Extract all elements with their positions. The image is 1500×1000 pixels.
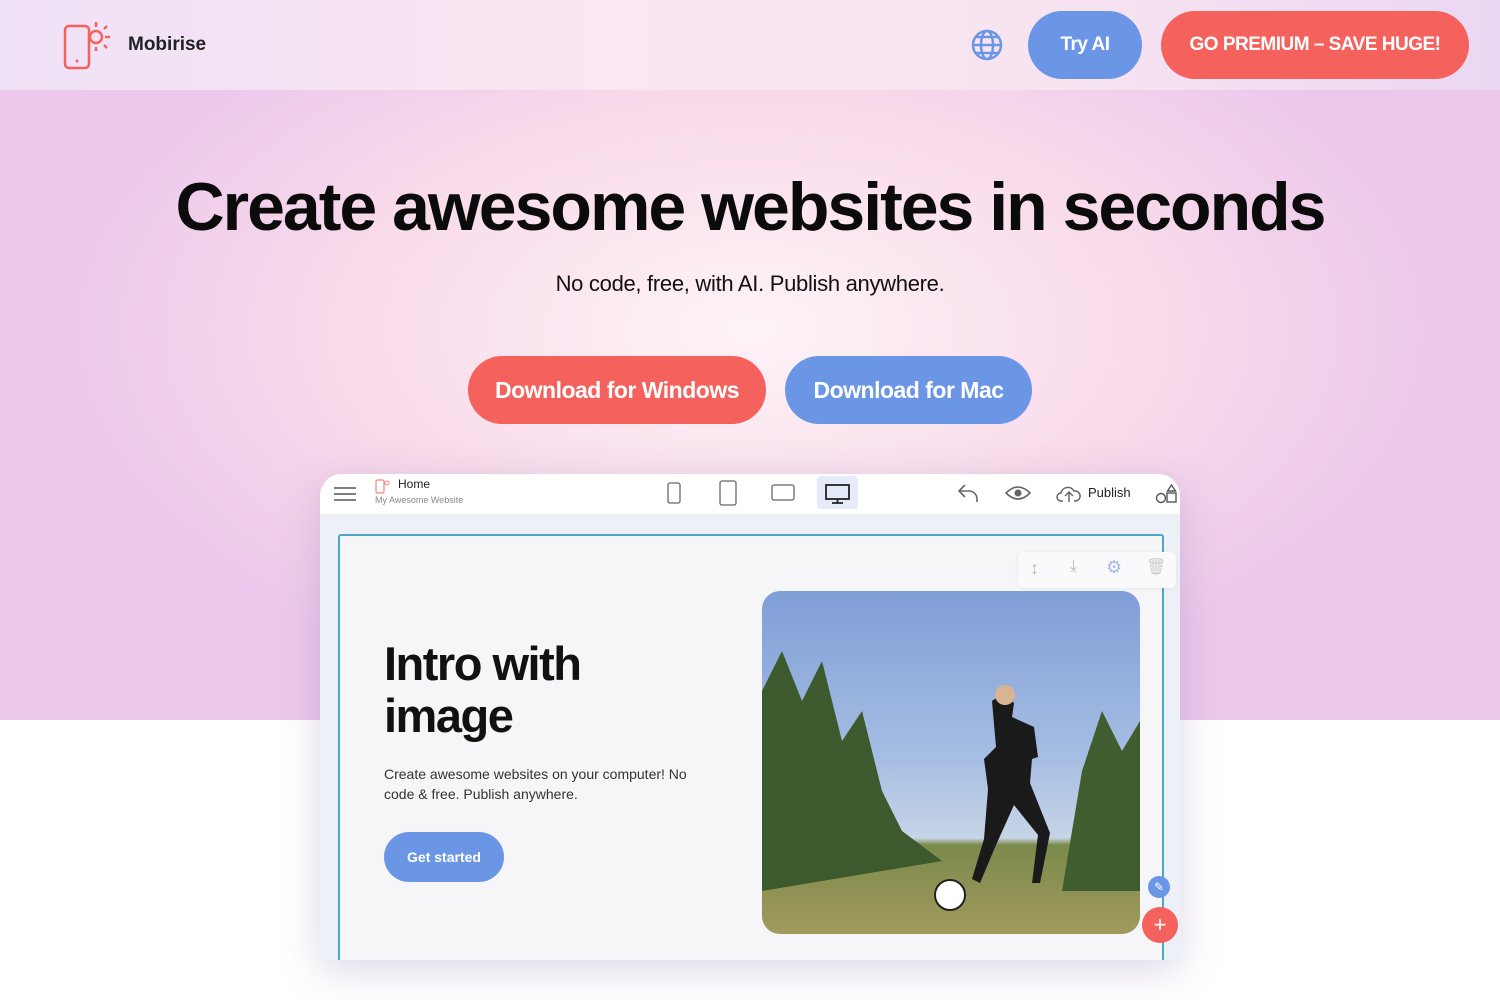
blocks-icon[interactable] xyxy=(1155,484,1180,504)
hamburger-menu-icon[interactable] xyxy=(334,486,356,502)
hero-title: Create awesome websites in seconds xyxy=(175,169,1327,245)
block-title-line1: Intro with xyxy=(384,637,582,690)
desktop-view-button[interactable] xyxy=(817,476,858,509)
block-title[interactable]: Intro with image xyxy=(384,637,582,742)
download-windows-button[interactable]: Download for Windows xyxy=(468,356,766,424)
go-premium-button[interactable]: GO PREMIUM – SAVE HUGE! xyxy=(1161,11,1469,79)
phone-view-icon[interactable] xyxy=(667,482,681,504)
download-mac-button[interactable]: Download for Mac xyxy=(785,356,1032,424)
soccer-photo-illustration xyxy=(762,651,1140,911)
preview-eye-icon[interactable] xyxy=(1005,485,1031,501)
soccer-player-image[interactable] xyxy=(762,591,1140,934)
publish-button[interactable]: Publish xyxy=(1088,485,1131,500)
brand-logo[interactable]: Mobirise xyxy=(62,20,206,70)
trash-icon[interactable]: 🗑 xyxy=(1146,557,1166,577)
undo-icon[interactable] xyxy=(957,483,979,503)
cloud-upload-icon[interactable] xyxy=(1056,483,1082,503)
hero-subtitle: No code, free, with AI. Publish anywhere… xyxy=(555,271,945,296)
block-title-line2: image xyxy=(384,689,514,742)
page-name[interactable]: Home xyxy=(398,477,430,491)
editor-toolbar: Home My Awesome Website Publish xyxy=(320,474,1180,514)
brand-name: Mobirise xyxy=(128,34,207,55)
get-started-button[interactable]: Get started xyxy=(384,832,504,882)
mini-logo-icon xyxy=(375,479,390,494)
try-ai-button[interactable]: Try AI xyxy=(1028,11,1142,79)
top-nav: Mobirise Try AI GO PREMIUM – SAVE HUGE! xyxy=(0,0,1500,90)
block-canvas[interactable]: ↕ ⤓ ⚙ 🗑 Intro with image Create awesome w… xyxy=(338,534,1176,960)
edit-pencil-icon[interactable]: ✎ xyxy=(1148,876,1170,898)
block-tools: ↕ ⤓ ⚙ 🗑 xyxy=(1018,552,1176,588)
add-block-plus-icon[interactable]: + xyxy=(1142,907,1178,943)
phone-sun-logo-icon xyxy=(63,22,110,70)
site-name: My Awesome Website xyxy=(375,495,464,505)
globe-icon[interactable] xyxy=(970,28,1004,62)
move-icon[interactable]: ↕ xyxy=(1030,558,1039,579)
block-description[interactable]: Create awesome websites on your computer… xyxy=(384,764,704,804)
tablet-landscape-view-icon[interactable] xyxy=(771,484,795,501)
desktop-view-icon xyxy=(825,484,850,504)
settings-gear-icon[interactable]: ⚙ xyxy=(1106,557,1122,578)
download-icon[interactable]: ⤓ xyxy=(1070,558,1077,576)
tablet-view-icon[interactable] xyxy=(719,480,737,506)
app-preview: Home My Awesome Website Publish ↕ ⤓ ⚙ 🗑 … xyxy=(320,474,1180,960)
